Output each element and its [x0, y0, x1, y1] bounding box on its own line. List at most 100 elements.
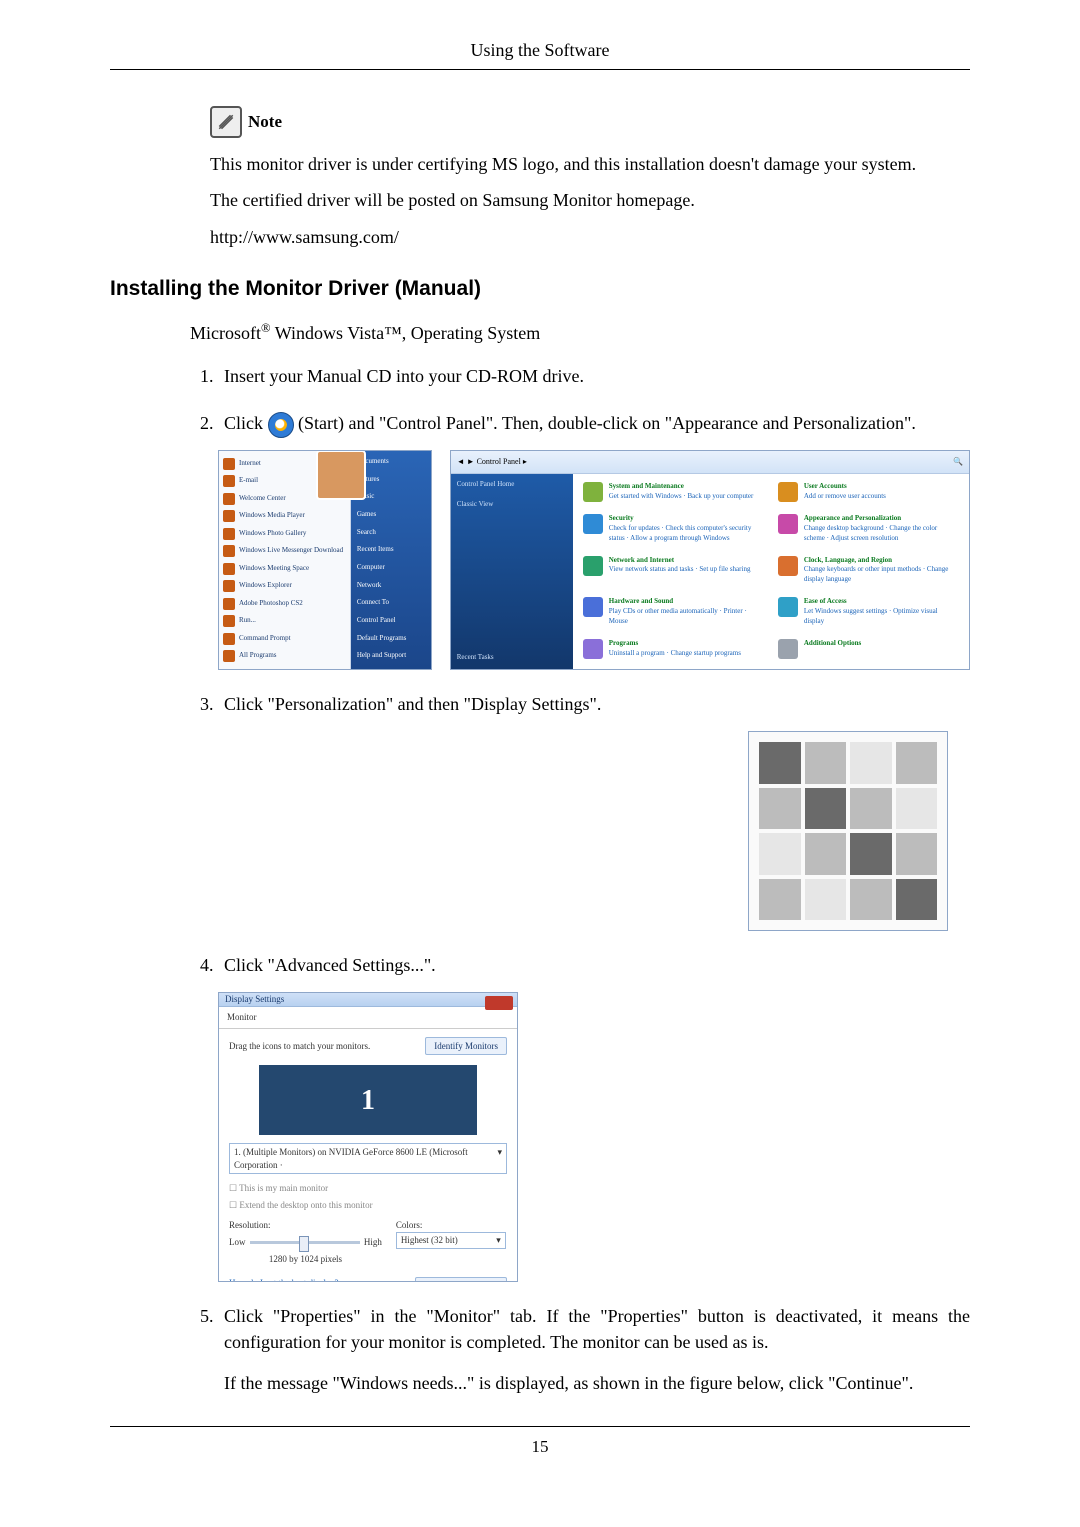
os-reg: ®: [261, 321, 271, 335]
start-menu-right-item[interactable]: Control Panel: [357, 616, 425, 628]
cp-category[interactable]: System and MaintenanceGet started with W…: [583, 482, 764, 504]
step-4: Click "Advanced Settings...". Display Se…: [218, 953, 970, 1282]
ds-tab-monitor[interactable]: Monitor: [219, 1007, 517, 1029]
step-2: Click (Start) and "Control Panel". Then,…: [218, 411, 970, 670]
app-icon: [223, 475, 235, 487]
identify-monitors-button[interactable]: Identify Monitors: [425, 1037, 507, 1056]
app-icon: [223, 563, 235, 575]
ds-check-main[interactable]: ☐ This is my main monitor: [229, 1182, 507, 1195]
start-menu-item[interactable]: Windows Explorer: [223, 579, 346, 593]
cp-titlebar: ◄ ► Control Panel ▸ 🔍: [451, 451, 969, 474]
start-menu-right-item[interactable]: Games: [357, 510, 425, 522]
slider-thumb-icon[interactable]: [299, 1236, 309, 1252]
cp-category[interactable]: SecurityCheck for updates · Check this c…: [583, 514, 764, 546]
start-menu-item[interactable]: Windows Photo Gallery: [223, 527, 346, 541]
cp-category[interactable]: Appearance and PersonalizationChange des…: [778, 514, 959, 546]
start-menu-right-item[interactable]: Connect To: [357, 598, 425, 610]
screenshot-start-menu: InternetE-mailWelcome CenterWindows Medi…: [218, 450, 432, 670]
start-orb-icon: [268, 412, 294, 438]
note-url[interactable]: http://www.samsung.com/: [210, 227, 399, 247]
start-menu-right-item[interactable]: Network: [357, 581, 425, 593]
start-menu-right-item[interactable]: Search: [357, 528, 425, 540]
top-rule: [110, 69, 970, 70]
ds-resolution-slider[interactable]: Low High: [229, 1236, 382, 1249]
page-number: 15: [110, 1437, 970, 1457]
app-icon: [223, 633, 235, 645]
app-icon: [223, 545, 235, 557]
cp-category[interactable]: Clock, Language, and RegionChange keyboa…: [778, 556, 959, 588]
ds-slider-low: Low: [229, 1236, 246, 1249]
advanced-settings-button[interactable]: Advanced Settings...: [415, 1277, 508, 1282]
cp-category[interactable]: Hardware and SoundPlay CDs or other medi…: [583, 597, 764, 629]
ds-colors-value: Highest (32 bit): [401, 1234, 458, 1247]
chevron-down-icon: ▾: [497, 1146, 502, 1171]
step-1-text: Insert your Manual CD into your CD-ROM d…: [218, 366, 584, 386]
category-icon: [778, 514, 798, 534]
app-icon: [223, 493, 235, 505]
category-icon: [778, 597, 798, 617]
start-menu-item[interactable]: Windows Live Messenger Download: [223, 544, 346, 558]
category-icon: [778, 556, 798, 576]
note-label: Note: [248, 112, 282, 132]
start-menu-item[interactable]: All Programs: [223, 649, 346, 663]
ds-instruction: Drag the icons to match your monitors.: [229, 1040, 370, 1053]
ds-title-text: Display Settings: [225, 993, 284, 1006]
app-icon: [223, 650, 235, 662]
step-2-text-a: Click: [224, 413, 268, 433]
steps-list: Insert your Manual CD into your CD-ROM d…: [190, 364, 970, 1396]
os-suffix: , Operating System: [402, 323, 540, 343]
step-5: Click "Properties" in the "Monitor" tab.…: [218, 1304, 970, 1396]
step-3: Click "Personalization" and then "Displa…: [218, 692, 970, 931]
section-title: Installing the Monitor Driver (Manual): [110, 277, 970, 301]
cp-category[interactable]: User AccountsAdd or remove user accounts: [778, 482, 959, 504]
os-line: Microsoft® Windows Vista™, Operating Sys…: [190, 321, 970, 344]
app-icon: [223, 580, 235, 592]
chevron-down-icon: ▾: [496, 1234, 501, 1247]
cp-category[interactable]: ProgramsUninstall a program · Change sta…: [583, 639, 764, 661]
app-icon: [223, 528, 235, 540]
start-menu-item[interactable]: Windows Media Player: [223, 509, 346, 523]
cp-category[interactable]: Ease of AccessLet Windows suggest settin…: [778, 597, 959, 629]
cp-category[interactable]: Additional Options: [778, 639, 959, 661]
start-menu-right-item[interactable]: Music: [357, 492, 425, 504]
page-header: Using the Software: [110, 40, 970, 61]
start-menu-item[interactable]: Command Prompt: [223, 632, 346, 646]
ds-monitor-select[interactable]: 1. (Multiple Monitors) on NVIDIA GeForce…: [229, 1143, 507, 1174]
start-menu-right-item[interactable]: Documents: [357, 457, 425, 469]
note-icon: [210, 106, 242, 138]
start-menu-right-item[interactable]: Help and Support: [357, 651, 425, 663]
ds-resolution-label: Resolution:: [229, 1219, 382, 1232]
note-text-2: The certified driver will be posted on S…: [210, 188, 970, 212]
step-5-text-a: Click "Properties" in the "Monitor" tab.…: [218, 1304, 970, 1354]
ds-colors-label: Colors:: [396, 1219, 507, 1232]
cp-breadcrumb: Control Panel: [477, 457, 521, 466]
ds-help-link[interactable]: How do I get the best display?: [229, 1277, 338, 1282]
cp-side-classic: Classic View: [457, 500, 567, 510]
start-menu-right-item[interactable]: Computer: [357, 563, 425, 575]
start-menu-right-item[interactable]: Pictures: [357, 475, 425, 487]
start-menu-item[interactable]: Windows Meeting Space: [223, 562, 346, 576]
app-icon: [223, 598, 235, 610]
screenshot-display-settings: Display Settings Monitor Drag the icons …: [218, 992, 518, 1282]
ds-titlebar: Display Settings: [219, 993, 517, 1007]
start-menu-item[interactable]: Adobe Photoshop CS2: [223, 597, 346, 611]
ds-colors-select[interactable]: Highest (32 bit) ▾: [396, 1232, 506, 1249]
app-icon: [223, 458, 235, 470]
step-1: Insert your Manual CD into your CD-ROM d…: [218, 364, 970, 389]
screenshot-control-panel: ◄ ► Control Panel ▸ 🔍 Control Panel Home…: [450, 450, 970, 670]
start-menu-right-item[interactable]: Recent Items: [357, 545, 425, 557]
step-2-text-b: (Start) and "Control Panel". Then, doubl…: [298, 413, 916, 433]
app-icon: [223, 510, 235, 522]
cp-categories: System and MaintenanceGet started with W…: [573, 474, 969, 669]
category-icon: [583, 514, 603, 534]
category-icon: [583, 482, 603, 502]
cp-category[interactable]: Network and InternetView network status …: [583, 556, 764, 588]
step-4-text: Click "Advanced Settings...".: [218, 955, 436, 975]
start-menu-item[interactable]: Run...: [223, 614, 346, 628]
start-menu-right-item[interactable]: Default Programs: [357, 634, 425, 646]
document-page: Using the Software Note This monitor dri…: [0, 0, 1080, 1487]
ds-check-extend[interactable]: ☐ Extend the desktop onto this monitor: [229, 1199, 507, 1212]
note-text-1: This monitor driver is under certifying …: [210, 152, 970, 176]
os-prefix: Microsoft: [190, 323, 261, 343]
close-icon[interactable]: [485, 996, 513, 1010]
